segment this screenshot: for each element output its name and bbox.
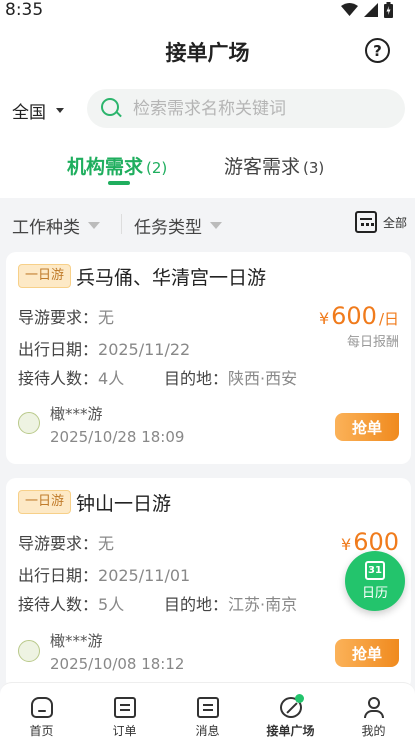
tab-org-demand-label: 机构需求: [67, 156, 144, 178]
grab-order-button[interactable]: 抢单: [335, 413, 399, 441]
tab-tourist-demand-count: (3): [303, 159, 325, 177]
tab-org-demand[interactable]: 机构需求 (2): [67, 152, 167, 179]
calendar-icon: 31: [365, 561, 385, 580]
filter-bar: 工作种类 任务类型 全部: [0, 198, 415, 250]
home-icon: [30, 697, 53, 718]
tab-tourist-demand[interactable]: 游客需求 (3): [224, 152, 324, 179]
price-note: 每日报酬: [346, 335, 399, 350]
grab-order-button[interactable]: 抢单: [335, 639, 399, 667]
destination: 目的地：陕西·西安: [164, 369, 298, 388]
order-icon: [113, 697, 136, 718]
signal-icon: [364, 3, 378, 17]
publish-time: 2025/10/28 18:09: [50, 428, 185, 446]
nav-orders[interactable]: 订单: [83, 683, 166, 748]
region-selector[interactable]: 全国: [12, 98, 64, 123]
guide-requirement: 导游要求：无: [18, 308, 115, 327]
caret-down-icon: [56, 108, 64, 113]
wifi-icon: [341, 3, 358, 16]
caret-down-icon: [210, 222, 222, 229]
search-row: 全国: [0, 80, 415, 136]
card-title: 兵马俑、华清宫一日游: [76, 267, 267, 289]
region-label: 全国: [12, 103, 46, 123]
header: 接单广场 ?: [0, 22, 415, 80]
task-type-label: 任务类型: [134, 218, 202, 238]
nav-profile[interactable]: 我的: [332, 683, 415, 748]
price: ¥600/日: [318, 302, 399, 330]
date-filter-label: 全部: [382, 215, 407, 230]
nav-grab-square-label: 接单广场: [266, 724, 315, 738]
tab-org-demand-count: (2): [146, 159, 168, 177]
task-type-filter[interactable]: 任务类型: [134, 213, 222, 238]
work-type-filter[interactable]: 工作种类: [12, 213, 100, 238]
nav-orders-label: 订单: [112, 724, 137, 738]
caret-down-icon: [88, 222, 100, 229]
calendar-fab[interactable]: 31 日历: [345, 551, 405, 611]
people-count: 接待人数：4人: [18, 369, 125, 388]
filter-divider: [121, 214, 122, 234]
help-circle-icon[interactable]: ?: [365, 38, 390, 63]
status-time: 8:35: [5, 0, 44, 20]
status-icons: [341, 2, 393, 18]
calendar-icon: [354, 211, 377, 233]
demand-card[interactable]: 一日游 兵马俑、华清宫一日游 导游要求：无 出行日期：2025/11/22 接待…: [6, 252, 411, 464]
active-tab-indicator: [108, 181, 130, 185]
card-title: 钟山一日游: [76, 493, 172, 515]
people-count: 接待人数：5人: [18, 595, 125, 614]
publish-time: 2025/10/08 18:12: [50, 655, 185, 673]
grab-order-icon: [279, 694, 304, 718]
guide-requirement: 导游要求：无: [18, 534, 115, 553]
trip-type-tag: 一日游: [18, 490, 72, 514]
publisher-name: 橄***游: [50, 405, 103, 423]
nav-messages-label: 消息: [195, 724, 220, 738]
publisher-name: 橄***游: [50, 632, 103, 650]
page-title: 接单广场: [165, 41, 250, 65]
battery-icon: [384, 2, 393, 18]
search-icon: [101, 98, 122, 119]
avatar: [18, 412, 40, 434]
status-bar: 8:35: [0, 0, 415, 22]
nav-grab-square[interactable]: 接单广场: [249, 683, 332, 748]
nav-profile-label: 我的: [361, 724, 386, 738]
nav-home-label: 首页: [29, 724, 54, 738]
travel-date: 出行日期：2025/11/01: [18, 566, 191, 585]
travel-date: 出行日期：2025/11/22: [18, 340, 191, 359]
message-icon: [196, 697, 219, 718]
nav-messages[interactable]: 消息: [166, 683, 249, 748]
demand-tabs: 机构需求 (2) 游客需求 (3): [0, 136, 415, 198]
trip-type-tag: 一日游: [18, 264, 72, 288]
search-input[interactable]: [133, 98, 383, 119]
avatar: [18, 640, 40, 662]
search-box[interactable]: [87, 89, 405, 128]
date-filter[interactable]: 全部: [354, 211, 407, 233]
nav-home[interactable]: 首页: [0, 683, 83, 748]
destination: 目的地：江苏·南京: [164, 595, 298, 614]
profile-icon: [363, 697, 385, 718]
bottom-nav: 首页 订单 消息 接单广场 我的: [0, 682, 415, 748]
tab-tourist-demand-label: 游客需求: [224, 156, 301, 178]
calendar-fab-label: 日历: [361, 586, 388, 601]
work-type-label: 工作种类: [12, 218, 80, 238]
